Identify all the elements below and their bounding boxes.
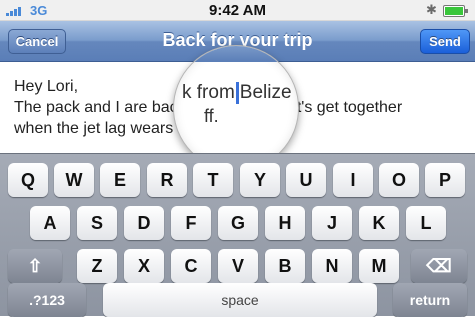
key-e[interactable]: E xyxy=(100,163,140,197)
shift-key[interactable]: ⇧ xyxy=(8,249,62,283)
bluetooth-icon: ✱ xyxy=(426,2,437,17)
insertion-caret xyxy=(235,82,239,104)
battery-icon xyxy=(443,5,468,17)
delete-key[interactable]: ⌫ xyxy=(411,249,467,283)
key-g[interactable]: G xyxy=(218,206,258,240)
delete-icon: ⌫ xyxy=(426,256,452,276)
key-f[interactable]: F xyxy=(171,206,211,240)
numbers-key[interactable]: .?123 xyxy=(8,283,86,317)
key-z[interactable]: Z xyxy=(77,249,117,283)
key-b[interactable]: B xyxy=(265,249,305,283)
status-bar: 3G 9:42 AM ✱ xyxy=(0,0,475,21)
magnified-text: k from Belize xyxy=(182,82,292,104)
key-p[interactable]: P xyxy=(425,163,465,197)
key-w[interactable]: W xyxy=(54,163,94,197)
return-key[interactable]: return xyxy=(393,283,467,317)
key-r[interactable]: R xyxy=(147,163,187,197)
cancel-button[interactable]: Cancel xyxy=(8,29,66,54)
space-key[interactable]: space xyxy=(103,283,377,317)
status-time: 9:42 AM xyxy=(209,2,266,19)
key-n[interactable]: N xyxy=(312,249,352,283)
key-l[interactable]: L xyxy=(406,206,446,240)
key-m[interactable]: M xyxy=(359,249,399,283)
magnified-nav-bar xyxy=(174,46,298,62)
key-v[interactable]: V xyxy=(218,249,258,283)
send-button[interactable]: Send xyxy=(420,29,470,54)
key-o[interactable]: O xyxy=(379,163,419,197)
key-k[interactable]: K xyxy=(359,206,399,240)
magnified-text-after: Belize xyxy=(239,82,292,104)
magnified-text-before: k from xyxy=(182,82,235,104)
key-j[interactable]: J xyxy=(312,206,352,240)
magnified-text-below: ff. xyxy=(204,106,219,126)
key-u[interactable]: U xyxy=(286,163,326,197)
key-d[interactable]: D xyxy=(124,206,164,240)
keyboard: Q W E R T Y U I O P A S D F G H J K L ⇧ … xyxy=(0,153,475,317)
key-q[interactable]: Q xyxy=(8,163,48,197)
key-c[interactable]: C xyxy=(171,249,211,283)
shift-arrow-icon: ⇧ xyxy=(27,256,43,276)
key-y[interactable]: Y xyxy=(240,163,280,197)
key-t[interactable]: T xyxy=(193,163,233,197)
key-s[interactable]: S xyxy=(77,206,117,240)
key-a[interactable]: A xyxy=(30,206,70,240)
key-i[interactable]: I xyxy=(333,163,373,197)
key-h[interactable]: H xyxy=(265,206,305,240)
key-x[interactable]: X xyxy=(124,249,164,283)
